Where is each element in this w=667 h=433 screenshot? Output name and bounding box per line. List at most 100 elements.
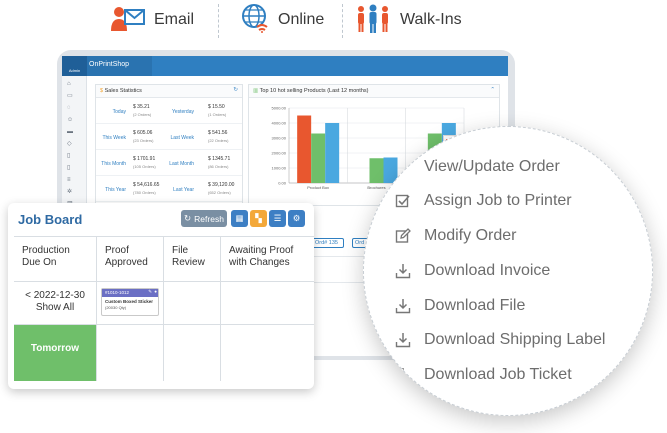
bar: [325, 123, 340, 183]
menu-item-label: Assign Job to Printer: [424, 192, 572, 209]
edit-icon[interactable]: ✎: [148, 289, 152, 295]
gear-icon[interactable]: ✲: [67, 188, 81, 196]
file-icon[interactable]: ▯: [67, 152, 81, 160]
brand-name: OnPrintShop: [89, 61, 130, 68]
column-header: Proof Approved: [97, 237, 164, 283]
order-tag-label: Ord: [355, 240, 365, 246]
panel-header: $ Sales Statistics ↻: [96, 85, 242, 98]
tiles-icon: ▚: [255, 213, 262, 223]
stat-sub: (23 Orders): [133, 138, 154, 143]
view-icon[interactable]: ●: [154, 289, 157, 294]
stat-sub: (86 Orders): [208, 164, 229, 169]
menu-item-label: Modify Order: [424, 227, 517, 244]
y-tick-label: 4000.00: [272, 121, 287, 126]
menu-item-download-job-ticket[interactable]: Download Job Ticket: [394, 366, 572, 384]
bar-chart-icon: ▥: [253, 88, 259, 94]
stat-sub: (22 Orders): [208, 138, 229, 143]
x-tick-label: Product Box: [307, 185, 329, 190]
admin-label: Admin: [68, 68, 81, 73]
sales-statistics-panel: $ Sales Statistics ↻ Today $ 35.21 (2 Or…: [95, 84, 243, 204]
stat-sub: (2 Orders): [133, 112, 152, 117]
stat-sub: (1 Orders): [208, 112, 227, 117]
due-date-cell: Tomorrow: [14, 325, 97, 381]
job-card-header: #1010-1012 ✎ ●: [102, 289, 158, 297]
panel-title: Top 10 hot selling Products (Last 12 mon…: [259, 88, 369, 94]
channel-label: Email: [154, 11, 195, 28]
grid-view-button[interactable]: ▦: [231, 210, 248, 227]
order-tag[interactable]: Ord# 135: [312, 238, 344, 248]
tag-icon[interactable]: ◇: [67, 140, 81, 148]
show-all-link[interactable]: Show All: [14, 302, 96, 314]
stat-value: $ 15.50: [208, 104, 225, 110]
home-icon[interactable]: ⌂: [67, 80, 81, 88]
user-icon[interactable]: ☺: [67, 116, 81, 124]
column-header: Awaiting Proof with Changes: [229, 245, 294, 268]
job-card[interactable]: #1010-1012 ✎ ● Custom Boxed Sticker (200…: [101, 288, 159, 316]
due-date-cell: < 2022-12-30 Show All: [14, 282, 97, 325]
grid-icon: ▦: [235, 213, 244, 223]
menu-item-label: View/Update Order: [424, 158, 560, 175]
stat-value: $ 35.21: [133, 104, 150, 110]
view-icon: [394, 158, 412, 176]
menu-item-download-invoice[interactable]: Download Invoice: [394, 262, 550, 280]
y-tick-label: 1000.00: [272, 166, 287, 171]
gear-icon: ⚙: [292, 213, 301, 223]
menu-item-modify-order[interactable]: Modify Order: [394, 227, 516, 245]
truck-icon[interactable]: ▬: [67, 128, 81, 136]
stat-label: Last Year: [173, 187, 194, 193]
stat-sub: (652 Orders): [208, 190, 231, 195]
job-qty: (20030 Qty): [105, 305, 127, 310]
email-person-icon: [108, 3, 146, 38]
top-navbar: Admin OnPrintShop: [62, 56, 508, 76]
channel-label: Walk-Ins: [400, 11, 462, 28]
order-tag-label: Ord# 135: [315, 240, 338, 246]
doc-icon[interactable]: ▯: [67, 164, 81, 172]
bar: [297, 115, 312, 183]
admin-logo[interactable]: Admin: [62, 56, 87, 76]
collapse-icon[interactable]: ⌃: [490, 87, 495, 93]
stat-label: This Year: [105, 187, 126, 193]
stat-value: $ 1345.71: [208, 156, 231, 162]
cart-icon[interactable]: ▭: [67, 92, 81, 100]
list-view-button[interactable]: ☰: [269, 210, 286, 227]
job-board-header: Production Due On Proof Approved File Re…: [14, 236, 314, 283]
refresh-button[interactable]: ↻ Refresh: [181, 210, 227, 227]
menu-item-view-update-order[interactable]: View/Update Order: [394, 158, 560, 176]
list-icon[interactable]: ≡: [67, 176, 81, 184]
tile-view-button[interactable]: ▚: [250, 210, 267, 227]
globe-icon: [240, 3, 270, 38]
due-date: < 2022-12-30: [25, 290, 85, 301]
settings-button[interactable]: ⚙: [288, 210, 305, 227]
job-board-card: Job Board ↻ Refresh ▦ ▚ ☰ ⚙ Production Du…: [8, 203, 314, 389]
refresh-icon: ↻: [184, 213, 192, 223]
stat-value: $ 54,616.65: [133, 182, 160, 188]
menu-item-label: Download File: [424, 297, 526, 314]
column-header: Production Due On: [14, 237, 97, 283]
refresh-icon[interactable]: ↻: [233, 87, 238, 93]
chat-icon[interactable]: ◌: [67, 104, 81, 112]
menu-item-download-shipping-label[interactable]: Download Shipping Label: [394, 331, 605, 349]
menu-item-label: Download Job Ticket: [424, 366, 572, 383]
proof-approved-cell: [97, 325, 164, 381]
stats-row: This Week $ 605.06 (23 Orders) Last Week…: [96, 124, 242, 150]
y-tick-label: 0.00: [278, 181, 287, 186]
bar: [311, 133, 326, 183]
x-tick-label: Brochures: [367, 185, 385, 190]
panel-header: ▥ Top 10 hot selling Products (Last 12 m…: [249, 85, 499, 98]
proof-approved-cell: #1010-1012 ✎ ● Custom Boxed Sticker (200…: [97, 282, 164, 325]
menu-item-label: Download Invoice: [424, 262, 551, 279]
job-board-title: Job Board: [18, 212, 83, 227]
job-board-row: < 2022-12-30 Show All #1010-1012 ✎ ● Cus…: [14, 282, 314, 325]
download-icon: [394, 331, 412, 349]
download-icon: [394, 366, 412, 384]
stats-row: Today $ 35.21 (2 Orders) Yesterday $ 15.…: [96, 98, 242, 124]
stat-label: This Month: [101, 161, 126, 167]
panel-title: Sales Statistics: [104, 88, 142, 94]
stat-value: $ 1701.91: [133, 156, 156, 162]
column-header: File Review: [164, 237, 221, 283]
stat-sub: (105 Orders): [133, 164, 156, 169]
menu-item-download-file[interactable]: Download File: [394, 297, 525, 315]
y-tick-label: 5000.00: [272, 106, 287, 111]
menu-item-assign-job[interactable]: Assign Job to Printer: [394, 192, 572, 210]
download-icon: [394, 262, 412, 280]
